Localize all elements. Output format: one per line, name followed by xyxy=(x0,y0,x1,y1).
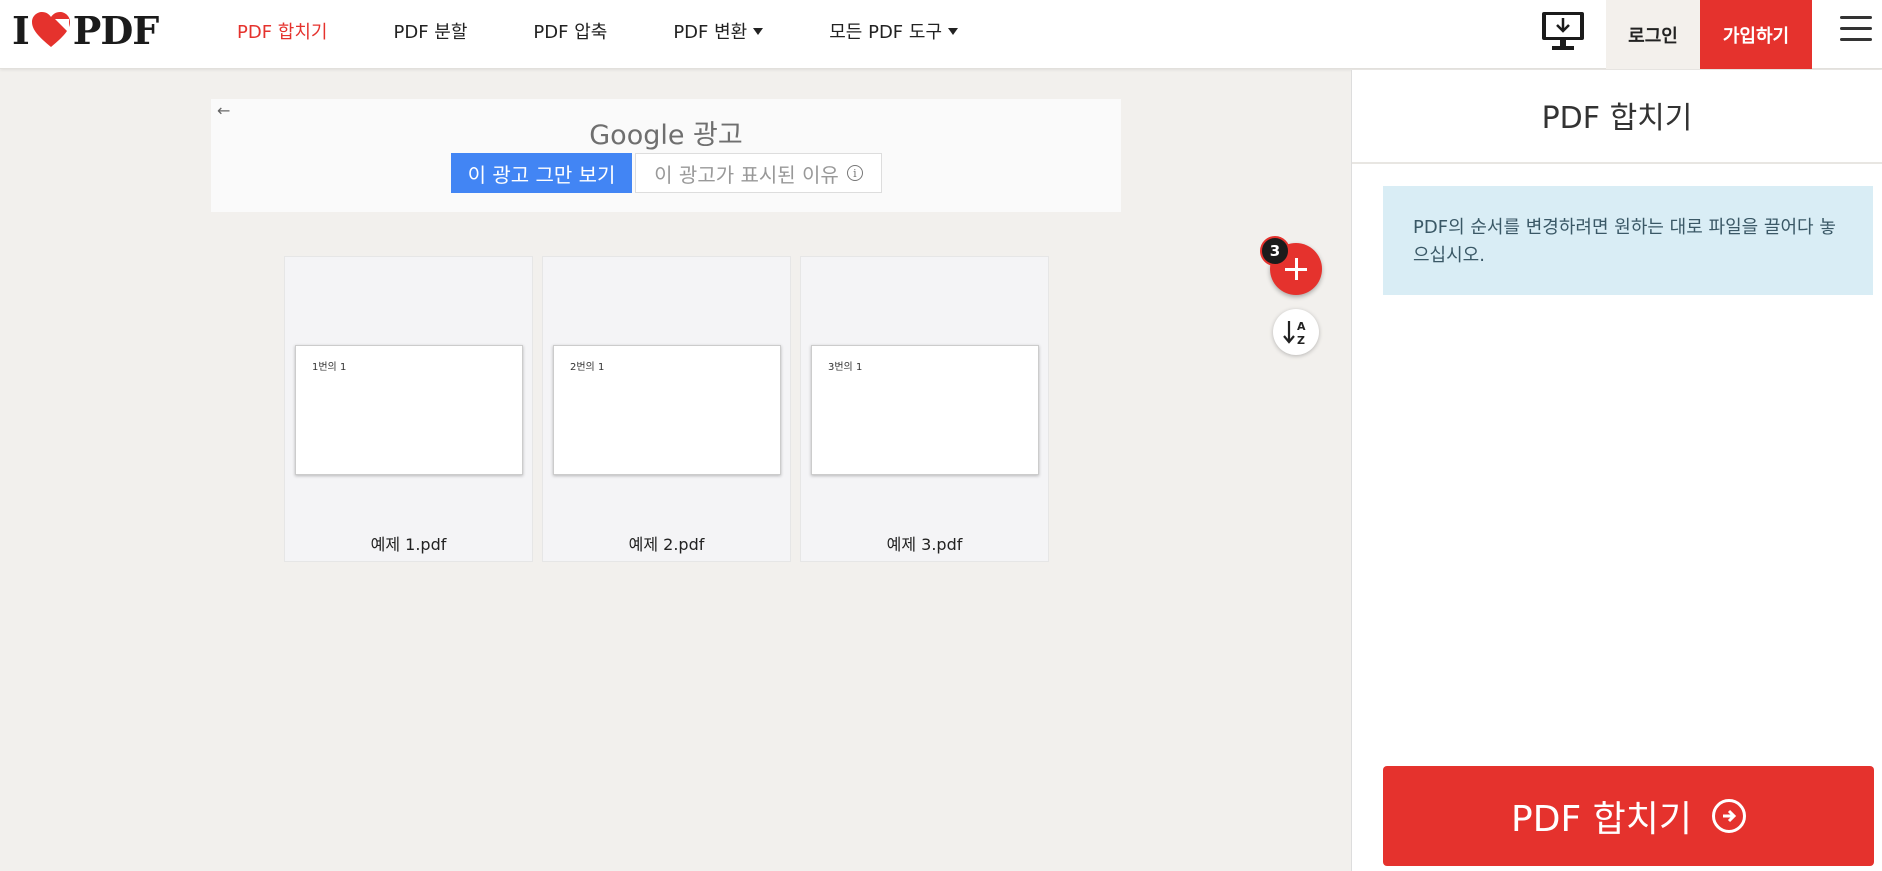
file-card[interactable]: 2번의 1 예제 2.pdf xyxy=(542,256,791,562)
caret-down-icon xyxy=(948,27,959,35)
signup-label: 가입하기 xyxy=(1722,25,1790,47)
main-nav: PDF 합치기 PDF 분할 PDF 압축 PDF 변환 모든 PDF 도구 xyxy=(237,0,1024,62)
file-name: 예제 1.pdf xyxy=(370,535,447,554)
nav-all-tools[interactable]: 모든 PDF 도구 xyxy=(829,18,959,44)
why-ad-label: 이 광고가 표시된 이유 xyxy=(654,162,839,187)
page-text: 2번의 1 xyxy=(570,362,605,373)
caret-down-icon xyxy=(753,27,764,35)
nav-compress-pdf[interactable]: PDF 압축 xyxy=(533,18,607,44)
reorder-hint: PDF의 순서를 변경하려면 원하는 대로 파일을 끌어다 놓으십시오. xyxy=(1383,186,1873,295)
sort-button[interactable]: A Z xyxy=(1273,309,1319,355)
heart-icon xyxy=(31,12,70,47)
page-thumbnail: 2번의 1 xyxy=(553,345,781,475)
page-thumbnail: 1번의 1 xyxy=(295,345,523,475)
page-thumbnail: 3번의 1 xyxy=(811,345,1039,475)
file-name: 예제 2.pdf xyxy=(628,535,705,554)
svg-text:Z: Z xyxy=(1297,334,1305,347)
logo-letter: I xyxy=(12,7,30,53)
file-name: 예제 3.pdf xyxy=(886,535,963,554)
ad-brand-label: Google 광고 xyxy=(589,120,743,151)
nav-label: PDF 압축 xyxy=(533,22,608,43)
merge-pdf-button[interactable]: PDF 합치기 xyxy=(1383,766,1874,866)
nav-label: PDF 변환 xyxy=(673,22,748,43)
file-count-badge: 3 xyxy=(1260,236,1290,266)
nav-label: PDF 합치기 xyxy=(237,22,328,43)
login-button[interactable]: 로그인 xyxy=(1606,0,1700,69)
signup-button[interactable]: 가입하기 xyxy=(1700,0,1812,69)
nav-label: 모든 PDF 도구 xyxy=(829,22,943,43)
page-text: 3번의 1 xyxy=(828,362,863,373)
sort-az-icon: A Z xyxy=(1283,320,1306,347)
top-header: I PDF PDF 합치기 PDF 분할 PDF 압축 PDF 변환 모든 PD… xyxy=(0,0,1882,69)
nav-split-pdf[interactable]: PDF 분할 xyxy=(393,18,467,44)
file-card[interactable]: 3번의 1 예제 3.pdf xyxy=(800,256,1049,562)
options-sidebar: PDF 합치기 PDF의 순서를 변경하려면 원하는 대로 파일을 끌어다 놓으… xyxy=(1351,70,1882,871)
sidebar-title: PDF 합치기 xyxy=(1352,70,1882,164)
nav-merge-pdf[interactable]: PDF 합치기 xyxy=(237,18,327,44)
login-label: 로그인 xyxy=(1628,25,1678,47)
stop-ad-button[interactable]: 이 광고 그만 보기 xyxy=(451,153,632,193)
why-ad-button[interactable]: 이 광고가 표시된 이유 i xyxy=(635,153,882,193)
arrow-right-circle-icon xyxy=(1711,799,1746,833)
desktop-app-button[interactable] xyxy=(1540,10,1586,52)
ilovepdf-logo[interactable]: I PDF xyxy=(12,7,160,53)
svg-text:A: A xyxy=(1297,320,1306,333)
stop-ad-label: 이 광고 그만 보기 xyxy=(467,162,616,187)
desktop-download-icon xyxy=(1542,12,1584,50)
file-card[interactable]: 1번의 1 예제 1.pdf xyxy=(284,256,533,562)
page-text: 1번의 1 xyxy=(312,362,347,373)
nav-convert-pdf[interactable]: PDF 변환 xyxy=(673,18,764,44)
ad-banner: ← Google 광고 이 광고 그만 보기 이 광고가 표시된 이유 i xyxy=(211,99,1121,212)
info-icon: i xyxy=(846,165,863,181)
hamburger-menu-icon[interactable] xyxy=(1840,16,1872,44)
nav-label: PDF 분할 xyxy=(393,22,468,43)
ad-buttons: 이 광고 그만 보기 이 광고가 표시된 이유 i xyxy=(451,153,882,193)
logo-wordmark: PDF xyxy=(72,7,160,53)
file-count: 3 xyxy=(1269,242,1281,260)
merge-label: PDF 합치기 xyxy=(1511,799,1692,840)
